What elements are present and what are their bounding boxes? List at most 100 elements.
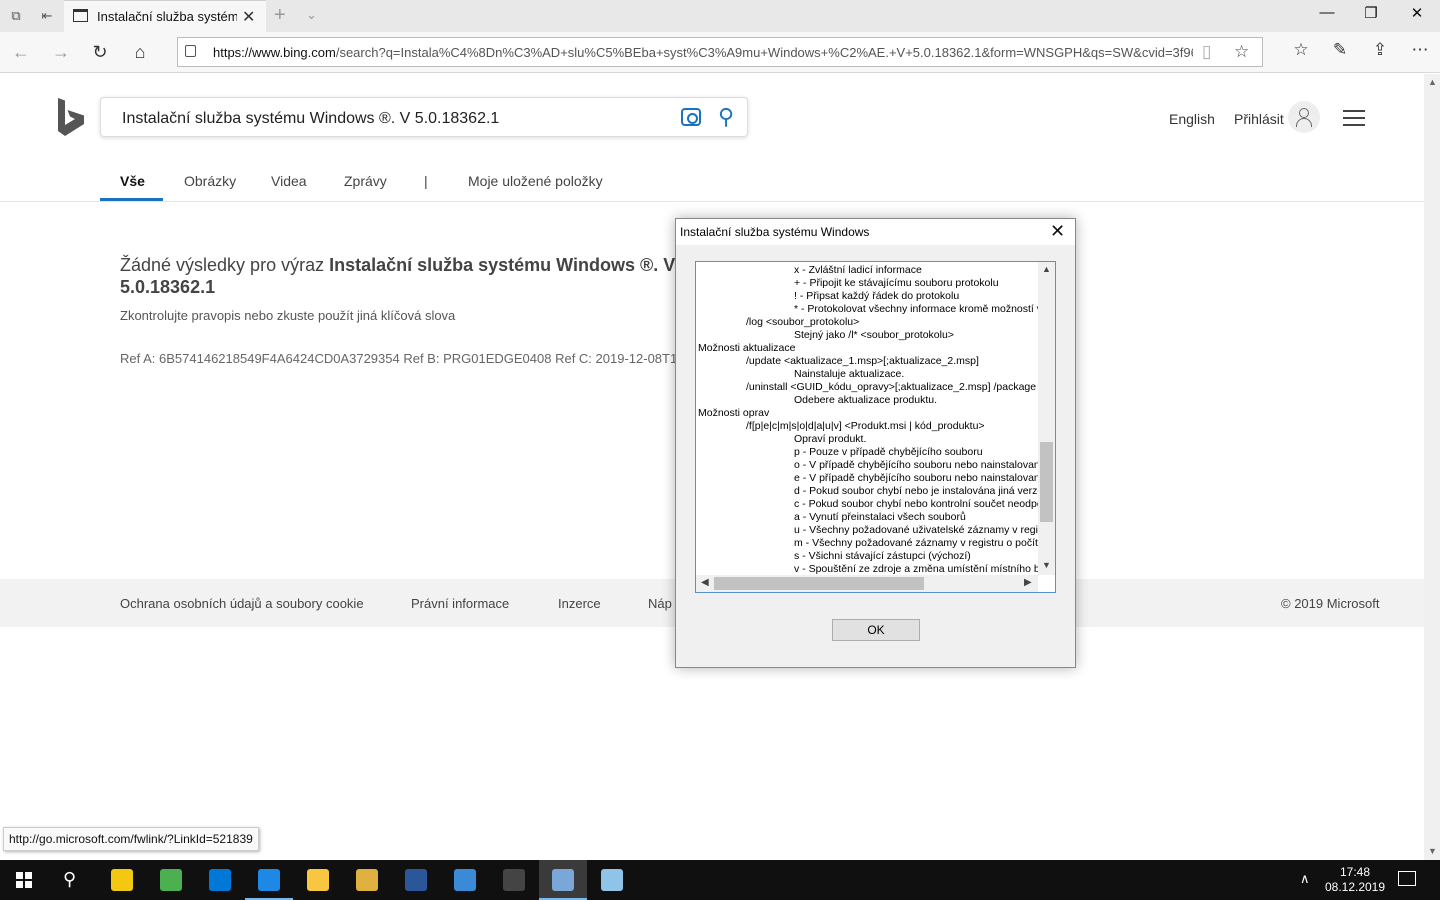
language-link[interactable]: English: [1169, 111, 1215, 127]
taskbar-installer[interactable]: [539, 860, 587, 900]
store-icon: [209, 869, 231, 891]
help-line: s - Všichni stávající zástupci (výchozí): [794, 550, 971, 562]
taskbar-chrome[interactable]: [147, 860, 195, 900]
reading-view-icon[interactable]: ▯: [1202, 42, 1211, 62]
tab-saved-items[interactable]: Moje uložené položky: [468, 173, 603, 189]
back-icon[interactable]: ←: [6, 40, 36, 64]
tab-close-icon[interactable]: ✕: [242, 7, 255, 27]
help-line: /f[p|e|c|m|s|o|d|a|u|v] <Produkt.msi | k…: [746, 420, 985, 432]
footer-advertise-link[interactable]: Inzerce: [558, 596, 601, 611]
search-icon: ⚲: [63, 869, 77, 889]
footer-privacy-link[interactable]: Ochrana osobních údajů a soubory cookie: [120, 596, 364, 611]
app-6-icon: [356, 869, 378, 891]
dialog-titlebar[interactable]: Instalační služba systému Windows ✕: [676, 219, 1075, 245]
bing-logo-icon[interactable]: [58, 98, 84, 136]
sticky-notes-icon: [111, 869, 133, 891]
favorites-icon[interactable]: ☆: [1286, 40, 1316, 60]
page-scrollbar[interactable]: ▲ ▼: [1424, 74, 1440, 860]
refresh-icon[interactable]: ↻: [85, 40, 115, 64]
tab-images[interactable]: Obrázky: [184, 173, 236, 189]
app-8-icon: [454, 869, 476, 891]
scope-tabs: Vše Obrázky Videa Zprávy | Moje uložené …: [0, 164, 1424, 202]
help-line: Možnosti aktualizace: [698, 342, 796, 354]
start-button[interactable]: [0, 860, 48, 900]
chrome-icon: [160, 869, 182, 891]
tab-all[interactable]: Vše: [120, 173, 145, 189]
scroll-thumb[interactable]: [714, 577, 924, 590]
help-line: Stejný jako /l* <soubor_protokolu>: [794, 329, 954, 341]
footer-legal-link[interactable]: Právní informace: [411, 596, 509, 611]
taskbar-app-6[interactable]: [343, 860, 391, 900]
scroll-right-icon[interactable]: ▶: [1024, 577, 1032, 588]
dialog-close-icon[interactable]: ✕: [1050, 221, 1065, 242]
window-close-icon[interactable]: ✕: [1394, 4, 1440, 22]
home-icon[interactable]: ⌂: [125, 40, 155, 64]
taskbar-app-8[interactable]: [441, 860, 489, 900]
file-explorer-icon: [307, 869, 329, 891]
page-icon: [73, 9, 88, 22]
help-line: ! - Připsat každý řádek do protokolu: [794, 290, 960, 302]
signin-link[interactable]: Přihlásit: [1234, 111, 1284, 127]
tab-title: Instalační služba systém: [97, 9, 237, 24]
action-center-icon[interactable]: [1398, 871, 1416, 886]
spelling-hint: Zkontrolujte pravopis nebo zkuste použít…: [120, 308, 456, 323]
taskbar-paint[interactable]: [588, 860, 636, 900]
scroll-thumb[interactable]: [1040, 442, 1053, 522]
help-vertical-scrollbar[interactable]: ▲ ▼: [1038, 262, 1055, 575]
help-line: Možnosti oprav: [698, 407, 770, 419]
search-icon[interactable]: ⚲: [718, 104, 734, 130]
ok-button[interactable]: OK: [832, 619, 920, 641]
status-bar-url: http://go.microsoft.com/fwlink/?LinkId=5…: [3, 827, 259, 851]
new-tab-icon[interactable]: +: [274, 4, 286, 27]
help-line: d - Pokud soubor chybí nebo je instalová…: [794, 485, 1038, 497]
taskbar-file-explorer[interactable]: [294, 860, 342, 900]
no-results-message: Žádné výsledky pro výraz Instalační služ…: [120, 255, 676, 297]
help-line: o - V případě chybějícího souboru nebo n…: [794, 459, 1038, 471]
taskbar-edge[interactable]: [245, 860, 293, 900]
tab-videos[interactable]: Videa: [271, 173, 307, 189]
set-aside-tabs-icon[interactable]: ⇤: [38, 8, 56, 24]
scroll-left-icon[interactable]: ◀: [701, 577, 709, 588]
visual-search-icon[interactable]: [681, 108, 701, 126]
footer-help-link[interactable]: Náp: [648, 596, 672, 611]
taskbar-sticky-notes[interactable]: [98, 860, 146, 900]
forward-icon[interactable]: →: [46, 40, 76, 64]
url-input[interactable]: https://www.bing.com/search?q=Instala%C4…: [177, 37, 1263, 67]
taskbar-store[interactable]: [196, 860, 244, 900]
avatar[interactable]: [1288, 101, 1320, 133]
restore-icon[interactable]: ❐: [1348, 4, 1394, 22]
help-line: c - Pokud soubor chybí nebo kontrolní so…: [794, 498, 1038, 510]
taskbar-search[interactable]: ⚲: [48, 860, 96, 900]
taskbar-calculator[interactable]: [490, 860, 538, 900]
share-icon[interactable]: ⇪: [1365, 40, 1395, 60]
minimize-icon[interactable]: —: [1304, 4, 1350, 21]
scroll-down-icon[interactable]: ▼: [1428, 846, 1437, 856]
paint-icon: [601, 869, 623, 891]
help-line: a - Vynutí přeinstalaci všech souborů: [794, 511, 966, 523]
help-text-area[interactable]: x - Zvláštní ladicí informace + - Připoji…: [695, 261, 1056, 593]
tab-active[interactable]: Instalační služba systém ✕: [64, 0, 266, 32]
tab-preview-icon[interactable]: ⧉: [7, 8, 25, 24]
tab-news[interactable]: Zprávy: [344, 173, 387, 189]
tab-list-chevron-icon[interactable]: ⌄: [306, 7, 317, 23]
calculator-icon: [503, 869, 525, 891]
clock-date: 08.12.2019: [1324, 880, 1386, 894]
copyright: © 2019 Microsoft: [1281, 596, 1380, 611]
notes-pen-icon[interactable]: ✎: [1325, 40, 1355, 60]
tray-chevron-up-icon[interactable]: ∧: [1300, 871, 1310, 887]
help-horizontal-scrollbar[interactable]: ◀ ▶: [696, 575, 1038, 592]
taskbar-word[interactable]: [392, 860, 440, 900]
scroll-up-icon[interactable]: ▲: [1042, 264, 1051, 274]
help-line: /log <soubor_protokolu>: [746, 316, 860, 328]
favorite-star-icon[interactable]: ☆: [1234, 42, 1249, 62]
help-line: /update <aktualizace_1.msp>[;aktualizace…: [746, 355, 979, 367]
help-line: m - Všechny požadované záznamy v registr…: [794, 537, 1038, 549]
scroll-down-icon[interactable]: ▼: [1042, 560, 1051, 570]
search-input[interactable]: Instalační služba systému Windows ®. V 5…: [122, 110, 499, 128]
url-text: https://www.bing.com/search?q=Instala%C4…: [213, 45, 1193, 60]
taskbar-clock[interactable]: 17:48 08.12.2019: [1322, 865, 1388, 895]
scroll-up-icon[interactable]: ▲: [1428, 77, 1437, 87]
hamburger-menu-icon[interactable]: [1343, 110, 1365, 126]
search-box[interactable]: Instalační služba systému Windows ®. V 5…: [100, 97, 748, 137]
more-icon[interactable]: ⋯: [1405, 40, 1435, 60]
